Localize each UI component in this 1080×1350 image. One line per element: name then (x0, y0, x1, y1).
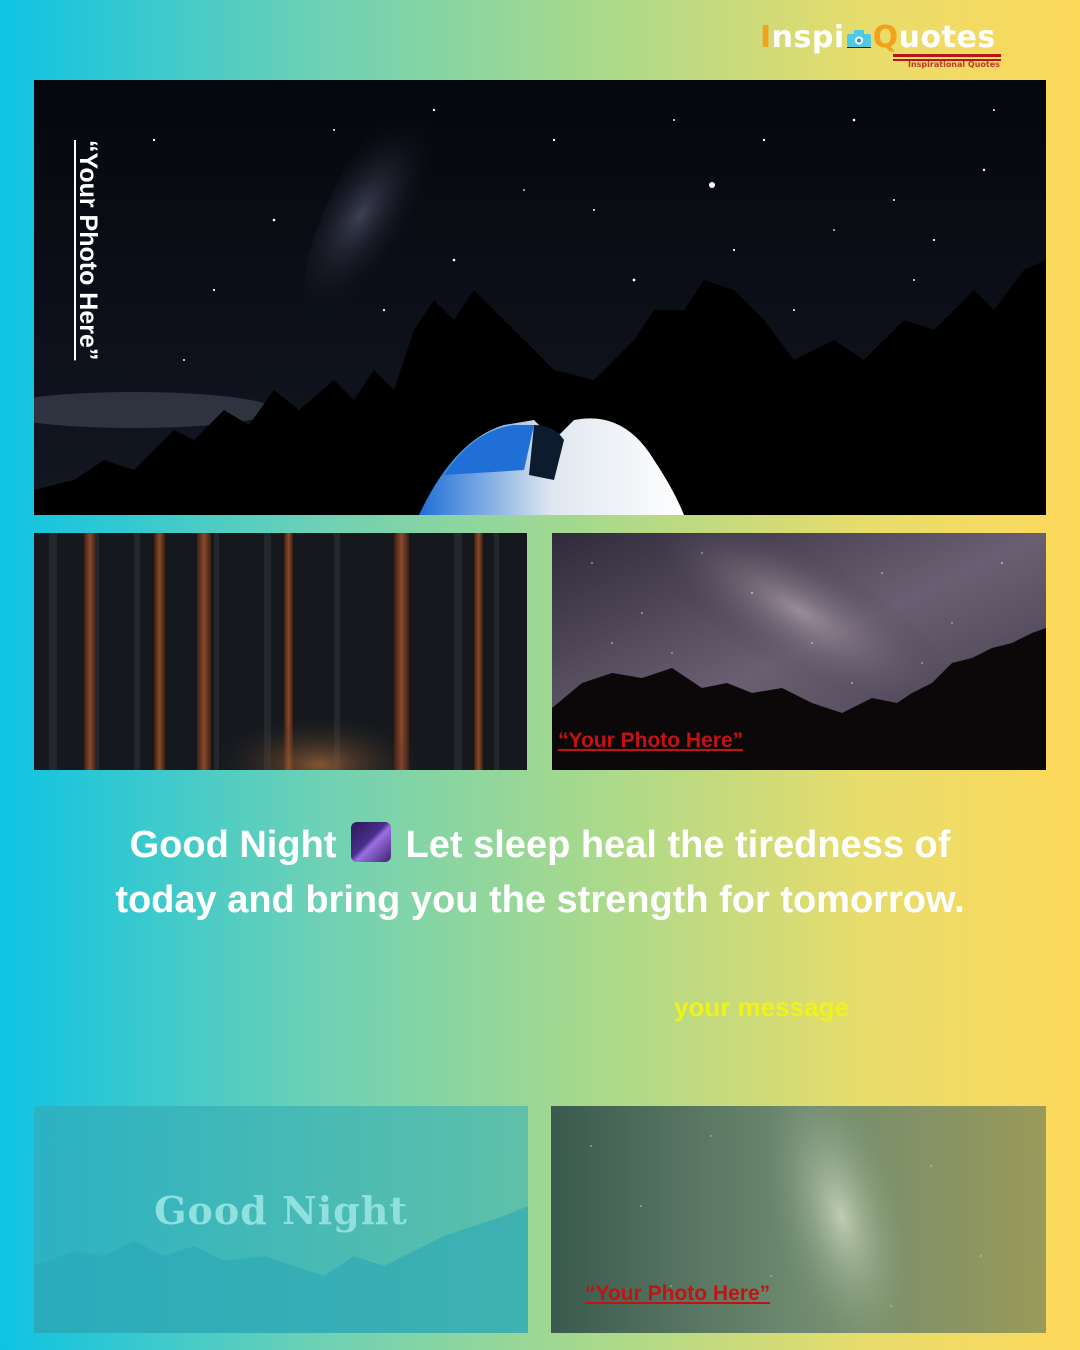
brand-initial: I (760, 20, 772, 55)
photo-forest (34, 533, 527, 770)
photo-night-tent (34, 80, 1046, 515)
message-placeholder: your message (674, 992, 849, 1022)
quote-greeting: Good Night (129, 824, 347, 866)
good-night-overlay-text: Good Night (154, 1188, 408, 1233)
camera-icon (846, 21, 872, 48)
brand-wordmark: Inspi Quotes (760, 20, 996, 55)
milky-way-icon (351, 822, 391, 862)
brand-name-part2: uotes (898, 20, 996, 55)
photo-placeholder-label-milkyway: “Your Photo Here” (585, 1282, 771, 1305)
brand-logo: Inspi Quotes Inspirational Quotes (760, 20, 1010, 72)
photo-good-night-faded: Good Night (34, 1106, 528, 1333)
brand-tagline: Inspirational Quotes (908, 60, 1000, 69)
quote-text: Good Night Let sleep heal the tiredness … (100, 818, 980, 928)
logo-underline (893, 54, 1001, 57)
brand-name-part1: nspi (771, 20, 845, 55)
photo-placeholder-label-mountain: “Your Photo Here” (558, 729, 744, 752)
brand-name-q: Q (872, 20, 899, 55)
photo-placeholder-label-vertical: “Your Photo Here” (74, 140, 102, 361)
